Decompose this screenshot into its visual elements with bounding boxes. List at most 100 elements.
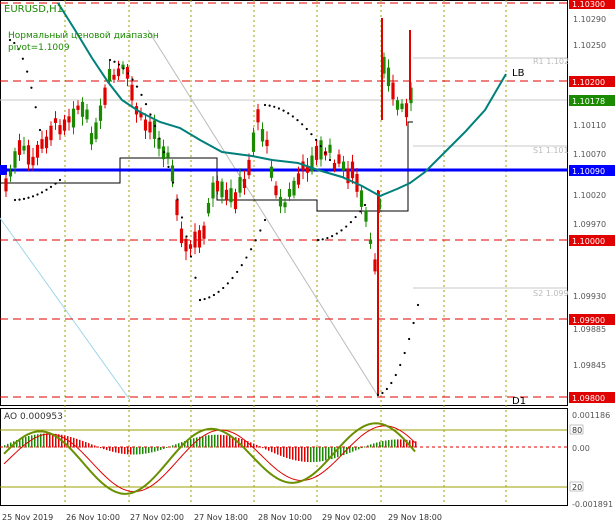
candle-body	[35, 144, 40, 158]
sar-dot	[149, 113, 152, 116]
sar-dot	[49, 185, 53, 188]
ao-bar	[319, 447, 321, 462]
ao-bar	[274, 447, 276, 454]
candle-body	[188, 244, 193, 249]
ao-bar	[385, 440, 387, 448]
candle-body	[193, 231, 197, 248]
ao-bar	[307, 447, 309, 463]
candle-body	[116, 68, 121, 77]
ao-bar	[49, 433, 51, 448]
ao-bar	[118, 447, 120, 454]
sar-dot	[167, 165, 170, 168]
ao-bar	[139, 447, 141, 455]
ao-bar	[376, 442, 378, 448]
sar-dot	[236, 270, 239, 274]
candle-body	[71, 108, 76, 128]
ao-bar	[124, 447, 126, 455]
sar-dot	[176, 198, 179, 201]
candle-body	[404, 103, 409, 118]
candle-body	[400, 103, 404, 110]
svg-text:26 Nov 10:00: 26 Nov 10:00	[66, 513, 120, 522]
ao-bar	[298, 447, 300, 462]
candle-body	[202, 225, 206, 239]
sar-dot	[282, 109, 285, 112]
ao-bar	[112, 447, 114, 452]
ao-bar	[229, 435, 231, 448]
sar-dot	[345, 225, 348, 228]
svg-text:1.10070: 1.10070	[573, 150, 606, 159]
sar-dot	[301, 123, 304, 126]
candle-body	[8, 171, 13, 177]
sar-dot	[31, 195, 35, 198]
sar-dot	[26, 70, 29, 73]
ao-bar	[82, 440, 84, 448]
ao-bar	[358, 447, 360, 450]
pivot-text: pivot=1.1009	[8, 43, 70, 53]
ao-bar	[211, 434, 213, 448]
sar-dot	[38, 128, 42, 132]
sar-dot	[324, 151, 327, 154]
sar-dot	[340, 229, 343, 232]
oscillator-main-line	[3, 422, 416, 495]
sar-dot	[140, 93, 143, 96]
svg-text:1.10200: 1.10200	[572, 78, 605, 87]
ao-bar	[391, 439, 393, 448]
sar-dot	[249, 248, 253, 251]
candle-body	[319, 140, 323, 160]
svg-text:28 Nov 10:00: 28 Nov 10:00	[258, 513, 312, 522]
candle-body	[359, 190, 364, 207]
candle-body	[314, 146, 319, 160]
ao-bar	[34, 434, 36, 448]
svg-text:1.09845: 1.09845	[573, 361, 606, 370]
ao-bar	[394, 439, 396, 448]
ao-bar	[352, 447, 354, 452]
ao-bar	[292, 447, 294, 460]
ao-bar	[322, 447, 324, 462]
svg-text:0.00: 0.00	[572, 444, 590, 453]
sar-dot	[162, 151, 166, 154]
svg-text:1.10290: 1.10290	[573, 15, 606, 24]
svg-text:1.09930: 1.09930	[573, 292, 606, 301]
svg-text:1.10250: 1.10250	[573, 41, 606, 50]
sar-dot	[390, 381, 393, 385]
sar-dot	[189, 255, 193, 258]
svg-text:1.10020: 1.10020	[573, 191, 606, 200]
sar-dot	[321, 238, 324, 241]
ao-bar	[370, 444, 372, 448]
ao-bar	[145, 447, 147, 454]
ao-bar	[205, 435, 207, 448]
sar-dot	[203, 297, 206, 301]
ao-bar	[208, 435, 210, 448]
r1-label: R1 1.102	[533, 57, 569, 66]
ao-bar	[355, 447, 357, 451]
ao-bar	[382, 441, 384, 448]
sar-dot	[194, 276, 197, 279]
sar-dot	[135, 85, 139, 88]
ao-histogram	[4, 433, 417, 463]
ao-bar	[379, 441, 381, 448]
candle-body	[89, 133, 94, 145]
ao-bar	[214, 434, 216, 448]
sar-dot	[381, 391, 384, 395]
candle-body	[350, 161, 355, 179]
sar-dot	[403, 351, 406, 355]
candle-body	[62, 119, 67, 131]
sar-dot	[394, 373, 397, 377]
ao-bar	[286, 447, 288, 458]
sar-dot	[287, 112, 290, 115]
sar-dot	[54, 182, 57, 185]
candle-body	[80, 101, 85, 117]
candle-body	[166, 152, 170, 158]
candle-body	[157, 138, 161, 149]
chart-window[interactable]: EURUSD,H1 Нормальный ценовой диапазон pi…	[0, 0, 615, 528]
ao-bar	[217, 434, 219, 448]
candle-body	[332, 162, 337, 169]
ao-bar	[142, 447, 144, 454]
candle-body	[215, 180, 220, 192]
ao-bar	[94, 445, 96, 448]
trend-lines	[0, 29, 379, 401]
svg-text:25 Nov 2019: 25 Nov 2019	[2, 513, 53, 522]
sar-dot	[27, 196, 30, 199]
price-chart[interactable]: EURUSD,H1 Нормальный ценовой диапазон pi…	[0, 0, 615, 528]
ao-bar	[310, 447, 312, 463]
